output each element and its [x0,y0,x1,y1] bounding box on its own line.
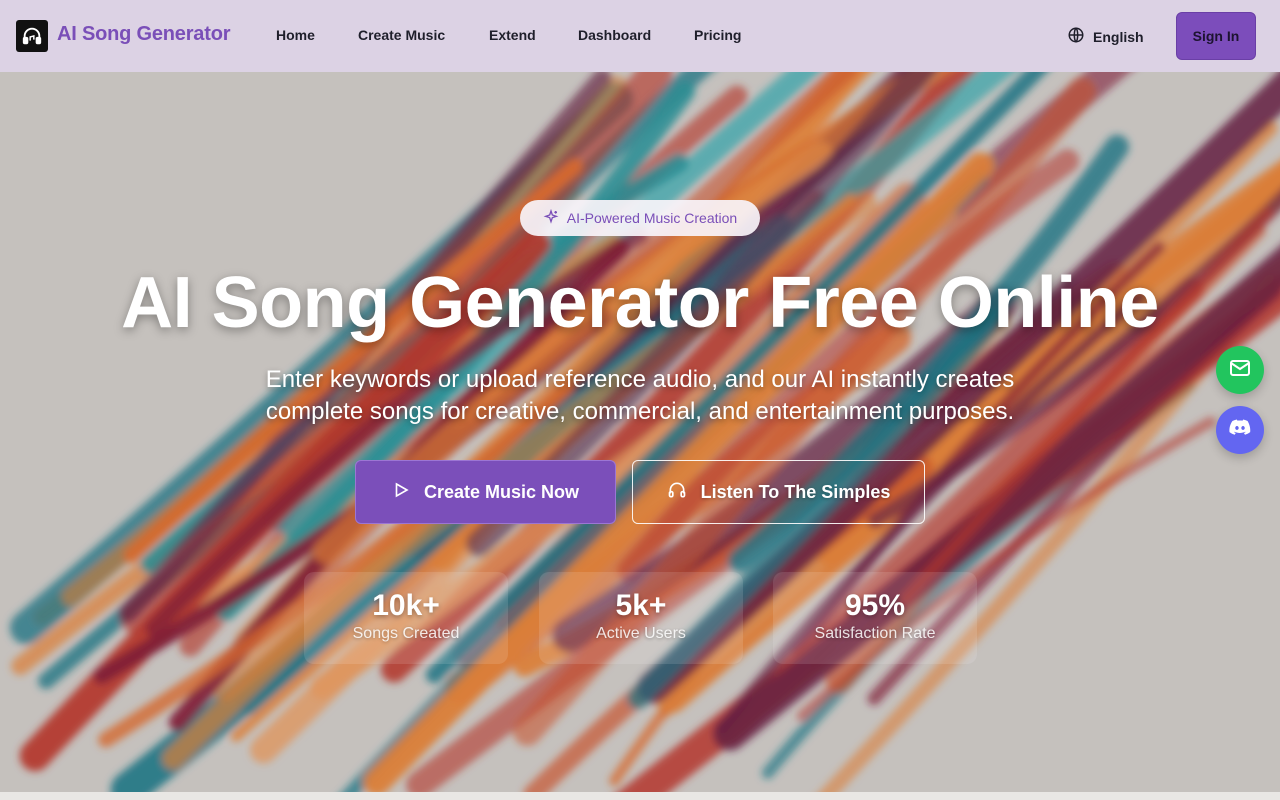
hero-subtitle-line-1: Enter keywords or upload reference audio… [265,366,1015,393]
hero-subtitle: Enter keywords or upload reference audio… [190,364,1090,428]
nav-create-music[interactable]: Create Music [358,27,445,43]
mail-icon [1228,356,1252,385]
nav-extend[interactable]: Extend [489,27,536,43]
stat-value: 10k+ [372,589,440,622]
sign-in-button[interactable]: Sign In [1176,12,1256,60]
stat-label: Active Users [596,625,686,642]
listen-samples-button[interactable]: Listen To The Simples [632,460,925,524]
background-overlay [0,72,1280,792]
hero-title: AI Song Generator Free Online [121,263,1159,343]
nav-home[interactable]: Home [276,27,315,43]
ai-badge: AI-Powered Music Creation [520,200,760,236]
stat-satisfaction-rate: 95% Satisfaction Rate [773,572,977,664]
language-label: English [1093,28,1144,45]
sparkle-icon [543,208,559,228]
top-nav-bar: AI Song Generator Home Create Music Exte… [0,0,1280,72]
brand-name[interactable]: AI Song Generator [57,23,230,46]
stat-label: Songs Created [352,625,460,642]
stat-value: 5k+ [615,589,667,622]
stat-value: 95% [844,589,906,622]
create-music-now-button[interactable]: Create Music Now [355,460,616,524]
discord-icon [1227,415,1253,446]
logo-headphones-icon[interactable] [16,20,48,52]
badge-label: AI-Powered Music Creation [566,210,738,226]
stat-active-users: 5k+ Active Users [539,572,743,664]
play-icon [392,481,410,504]
create-music-now-label: Create Music Now [423,481,580,502]
hero-subtitle-line-2: complete songs for creative, commercial,… [265,398,1015,425]
headphones-icon [667,480,687,505]
stat-label: Satisfaction Rate [814,625,936,642]
nav-dashboard[interactable]: Dashboard [578,27,651,43]
discord-button[interactable] [1216,406,1264,454]
nav-pricing[interactable]: Pricing [694,27,741,43]
hero-section: AI-Powered Music Creation AI Song Genera… [0,72,1280,792]
email-contact-button[interactable] [1216,346,1264,394]
page-bottom-edge [0,792,1280,800]
language-selector[interactable]: English [1067,26,1144,47]
stat-songs-created: 10k+ Songs Created [304,572,508,664]
globe-icon [1067,26,1085,47]
listen-samples-label: Listen To The Simples [700,481,891,502]
paint-strokes-background [0,72,1280,792]
